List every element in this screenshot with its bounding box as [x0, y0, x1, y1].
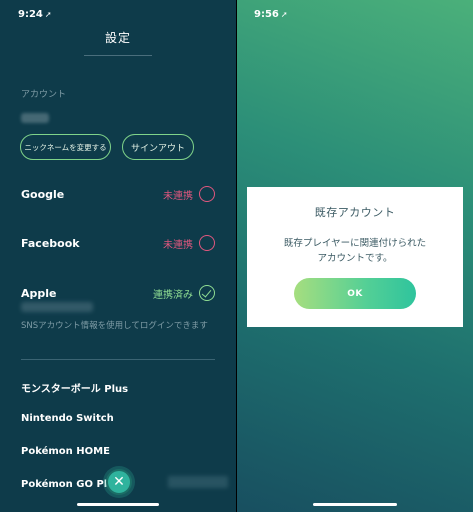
link-name: Apple [21, 286, 57, 300]
dialog-title: 既存アカウント [314, 206, 396, 219]
existing-account-dialog: 既存アカウント 既存プレイヤーに関連付けられた アカウントです。 OK [247, 187, 463, 327]
dialog-message: 既存プレイヤーに関連付けられた アカウントです。 [247, 236, 463, 266]
settings-screen: 9:24 ➚ 設定 アカウント ニックネームを変更する サインアウト Google… [0, 0, 236, 512]
status-bar: 9:56➚ ⚡ [237, 9, 473, 23]
account-name-redacted [21, 113, 49, 123]
close-icon: ✕ [113, 474, 125, 490]
link-row-google[interactable]: Google 未連携 [21, 184, 215, 204]
home-indicator[interactable] [77, 503, 159, 506]
location-arrow-icon: ➚ [44, 10, 52, 19]
sns-login-note: SNSアカウント情報を使用してログインできます [21, 321, 208, 331]
link-status: 連携済み [153, 289, 193, 301]
status-time: 9:24 ➚ [18, 9, 52, 20]
link-name: Google [21, 187, 65, 201]
link-row-apple[interactable]: Apple 連携済み [21, 283, 215, 303]
service-monster-ball-plus[interactable]: モンスターボール Plus [21, 380, 128, 395]
status-bar: 9:24 ➚ [0, 9, 236, 23]
location-arrow-icon: ➚ [280, 10, 288, 19]
link-name: Facebook [21, 236, 80, 250]
link-status: 未連携 [163, 190, 193, 202]
home-indicator[interactable] [313, 503, 397, 506]
change-nickname-button[interactable]: ニックネームを変更する [20, 134, 111, 160]
unlinked-circle-icon [199, 235, 215, 251]
sign-out-button[interactable]: サインアウト [122, 134, 194, 160]
existing-account-screen: 9:56➚ ⚡ 既存アカウント 既存プレイヤーに関連付けられた アカウントです。… [237, 0, 473, 512]
account-section-label: アカウント [21, 90, 67, 100]
status-time: 9:56 ➚ [254, 9, 288, 20]
link-row-facebook[interactable]: Facebook 未連携 [21, 233, 215, 253]
title-underline [84, 55, 152, 56]
redacted-text [168, 476, 228, 488]
dialog-message-line1: 既存プレイヤーに関連付けられた [283, 238, 427, 249]
dialog-message-line2: アカウントです。 [317, 253, 393, 264]
service-pokemon-home[interactable]: Pokémon HOME [21, 446, 110, 457]
unlinked-circle-icon [199, 186, 215, 202]
page-title: 設定 [104, 31, 131, 45]
service-nintendo-switch[interactable]: Nintendo Switch [21, 413, 114, 424]
linked-check-icon [199, 285, 215, 301]
section-divider [21, 359, 215, 360]
link-status: 未連携 [163, 239, 193, 251]
close-button[interactable]: ✕ [106, 469, 132, 495]
ok-button[interactable]: OK [294, 278, 416, 309]
apple-id-redacted [21, 302, 93, 312]
